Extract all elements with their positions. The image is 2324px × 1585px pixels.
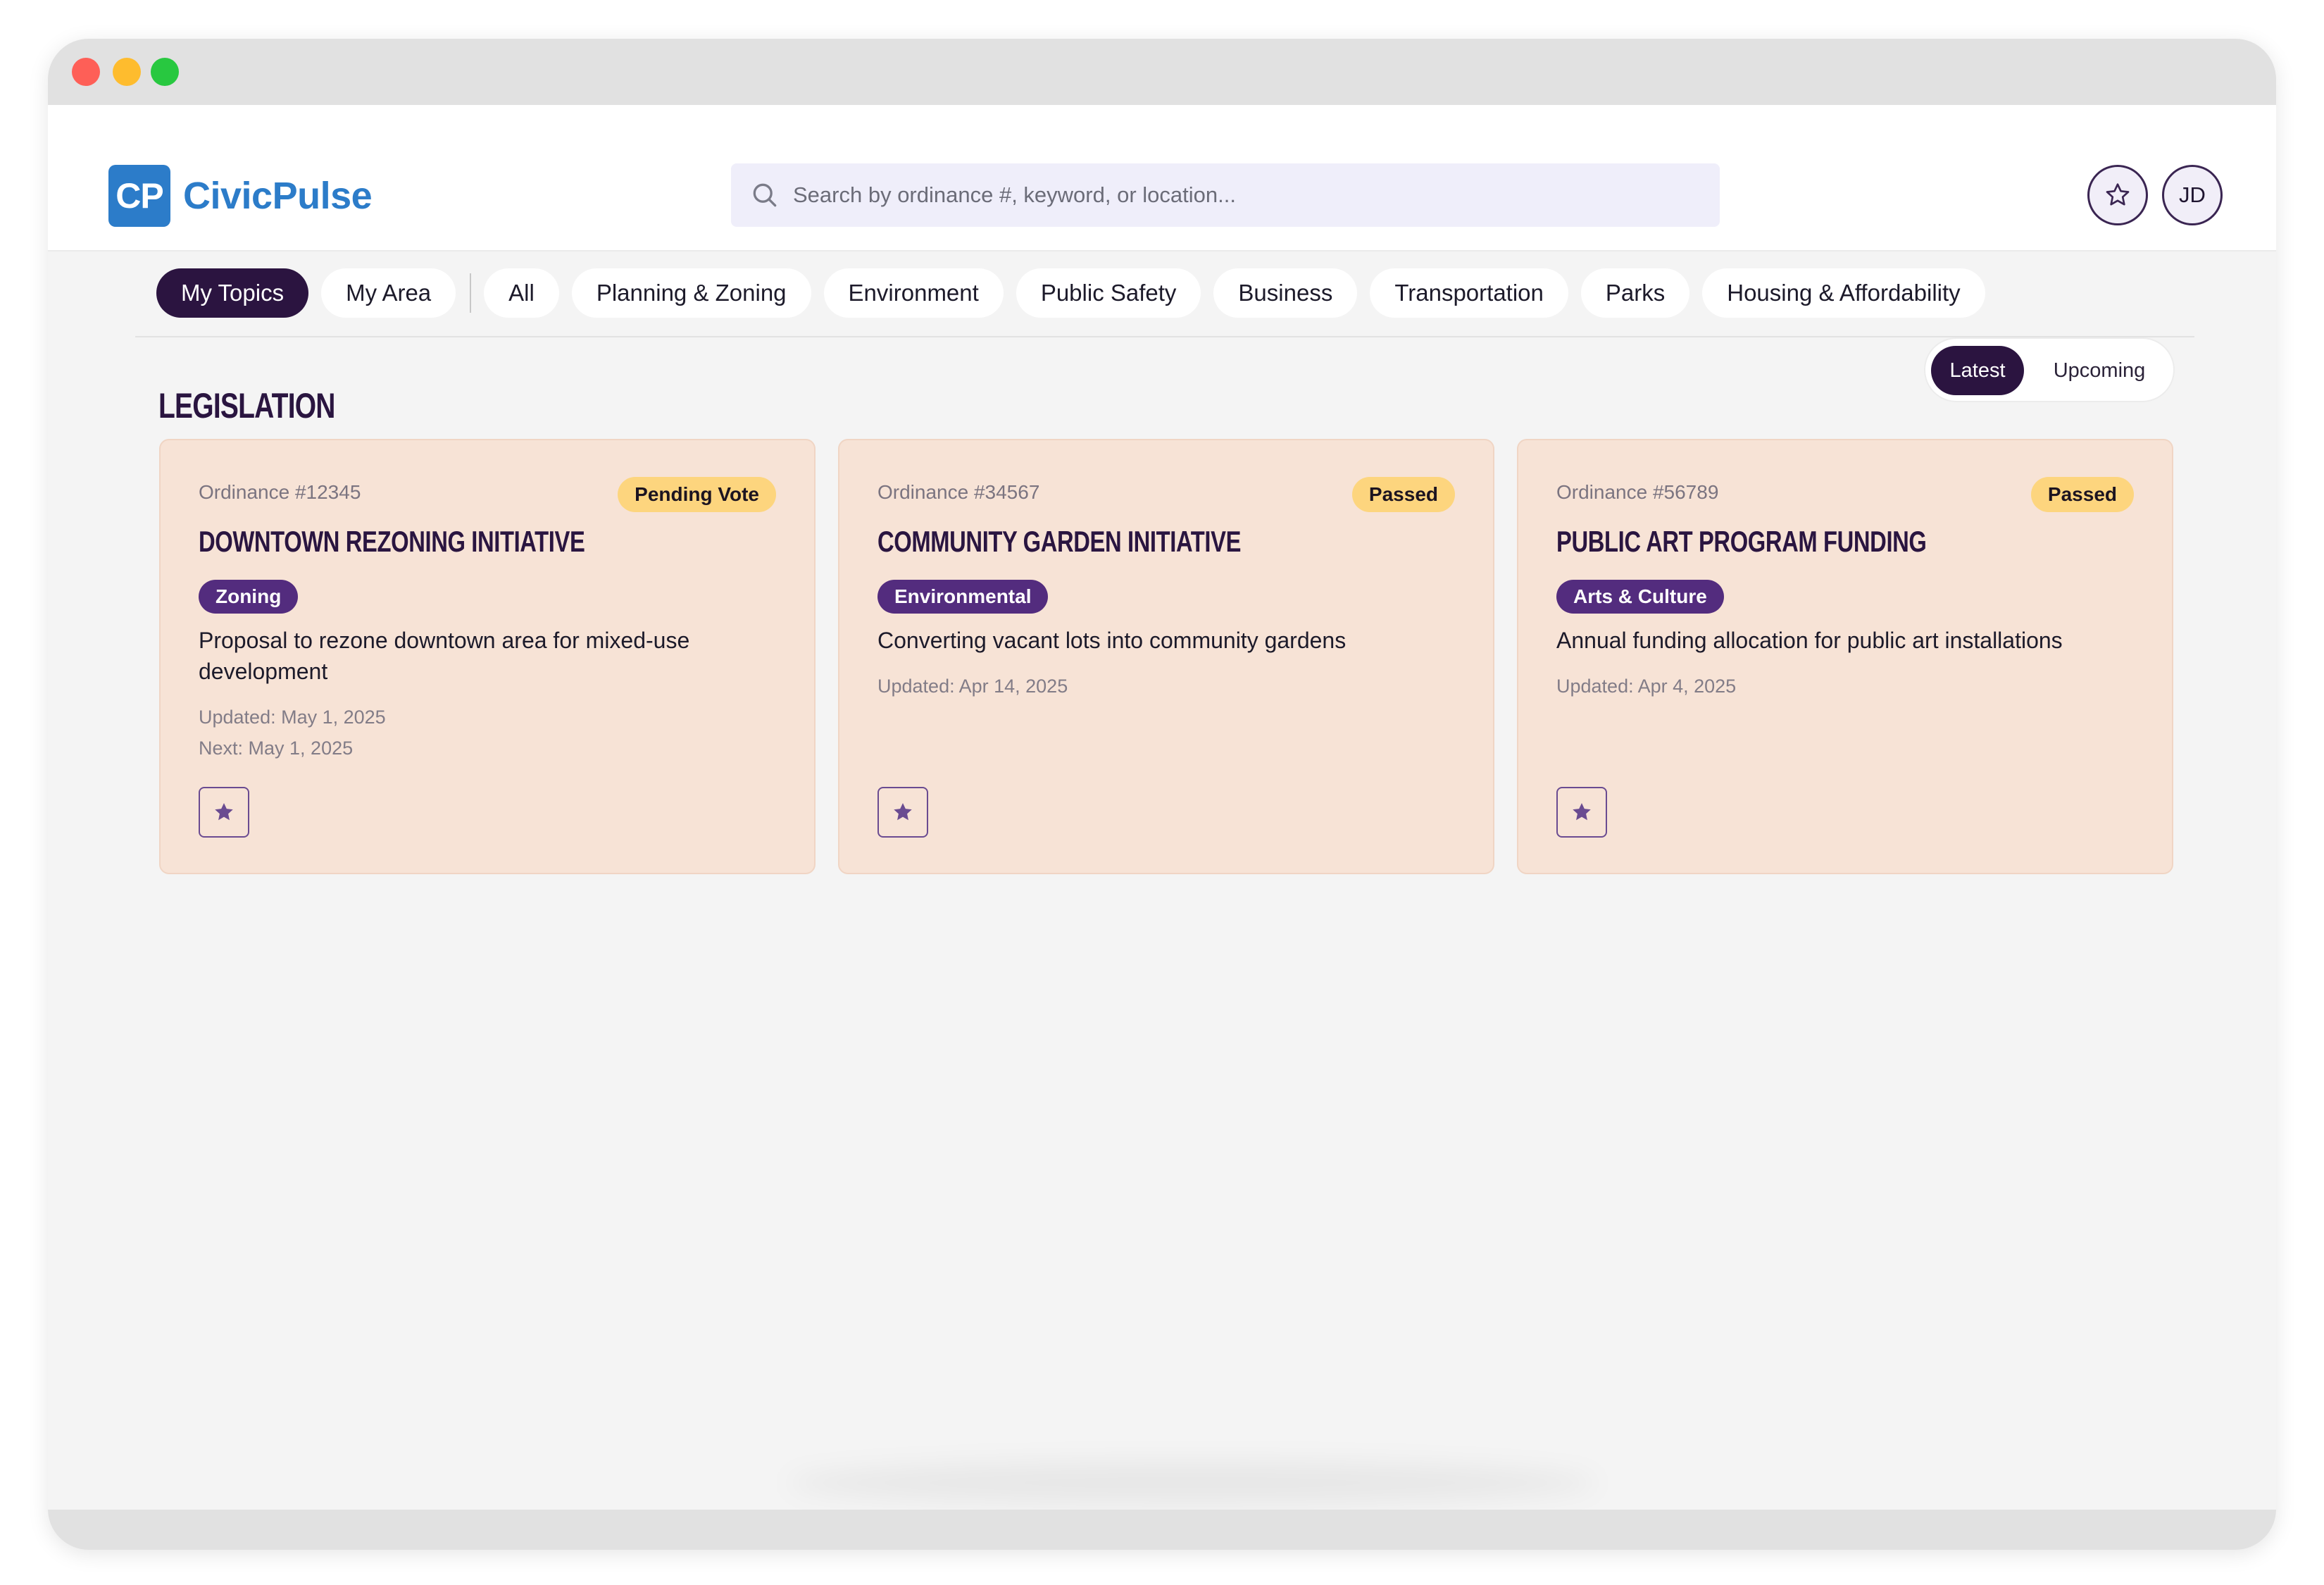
bottom-shadow — [787, 1462, 1597, 1504]
ordinance-number: Ordinance #12345 — [199, 481, 361, 503]
favorite-button[interactable] — [199, 787, 249, 838]
ordinance-number: Ordinance #56789 — [1556, 481, 1719, 503]
toggle-upcoming[interactable]: Upcoming — [2032, 346, 2166, 395]
star-icon — [894, 802, 912, 821]
filter-chip-public-safety[interactable]: Public Safety — [1016, 268, 1201, 318]
card-description: Proposal to rezone downtown area for mix… — [199, 628, 690, 684]
star-icon — [1573, 802, 1591, 821]
app-name: CivicPulse — [183, 175, 373, 217]
filter-chip-parks[interactable]: Parks — [1580, 268, 1690, 318]
maximize-window-button[interactable] — [151, 58, 179, 86]
updated-date: Updated: Apr 14, 2025 — [877, 676, 1068, 697]
filter-chip-housing-affordability[interactable]: Housing & Affordability — [1702, 268, 1985, 318]
status-badge: Passed — [1351, 477, 1455, 512]
star-icon — [215, 802, 233, 821]
next-date: Next: May 1, 2025 — [199, 738, 354, 759]
avatar[interactable]: JD — [2162, 165, 2223, 225]
section-title: LEGISLATION — [158, 386, 335, 425]
star-outline-icon — [2106, 183, 2130, 206]
legislation-card[interactable]: Ordinance #12345 Pending Vote DOWNTOWN R… — [159, 439, 816, 874]
search-input[interactable] — [792, 163, 1693, 227]
filter-chip-environment[interactable]: Environment — [823, 268, 1004, 318]
updated-date: Updated: Apr 4, 2025 — [1556, 676, 1737, 697]
card-description: Converting vacant lots into community ga… — [877, 628, 1347, 653]
filter-chip-all[interactable]: All — [484, 268, 559, 318]
close-window-button[interactable] — [72, 58, 100, 86]
status-badge: Pending Vote — [618, 477, 776, 512]
card-title: COMMUNITY GARDEN INITIATIVE — [877, 525, 1242, 558]
browser-window: CP CivicPulse JD My Topics My Area All P… — [48, 39, 2276, 1550]
window-bottom-bar — [48, 1510, 2276, 1550]
category-badge: Environmental — [877, 580, 1049, 614]
status-badge: Passed — [2030, 477, 2134, 512]
category-badge: Arts & Culture — [1556, 580, 1724, 614]
card-title: PUBLIC ART PROGRAM FUNDING — [1556, 525, 1927, 558]
filter-chip-my-topics[interactable]: My Topics — [156, 268, 309, 318]
card-title: DOWNTOWN REZONING INITIATIVE — [199, 525, 585, 558]
category-badge: Zoning — [199, 580, 299, 614]
favorite-button[interactable] — [877, 787, 928, 838]
filter-chip-transportation[interactable]: Transportation — [1370, 268, 1568, 318]
filter-chip-planning-zoning[interactable]: Planning & Zoning — [571, 268, 811, 318]
filter-divider-line — [135, 336, 2194, 337]
minimize-window-button[interactable] — [113, 58, 141, 86]
search-icon — [753, 183, 777, 207]
window-titlebar — [48, 39, 2276, 105]
filter-divider — [470, 273, 472, 313]
updated-date: Updated: May 1, 2025 — [199, 707, 386, 728]
toggle-latest[interactable]: Latest — [1931, 346, 2024, 395]
view-toggle: Latest Upcoming — [1924, 337, 2175, 402]
search-bar — [731, 163, 1720, 227]
logo-mark: CP — [108, 165, 170, 227]
ordinance-number: Ordinance #34567 — [877, 481, 1040, 503]
favorite-button[interactable] — [1556, 787, 1607, 838]
filter-chip-business[interactable]: Business — [1213, 268, 1358, 318]
logo[interactable]: CP CivicPulse — [108, 164, 373, 228]
card-description: Annual funding allocation for public art… — [1556, 628, 2063, 653]
app-header: CP CivicPulse JD — [48, 105, 2276, 251]
topic-filter-bar: My Topics My Area All Planning & Zoning … — [156, 268, 1998, 318]
favorites-button[interactable] — [2087, 165, 2148, 225]
filter-chip-my-area[interactable]: My Area — [321, 268, 456, 318]
legislation-card[interactable]: Ordinance #56789 Passed PUBLIC ART PROGR… — [1517, 439, 2173, 874]
legislation-card[interactable]: Ordinance #34567 Passed COMMUNITY GARDEN… — [838, 439, 1494, 874]
